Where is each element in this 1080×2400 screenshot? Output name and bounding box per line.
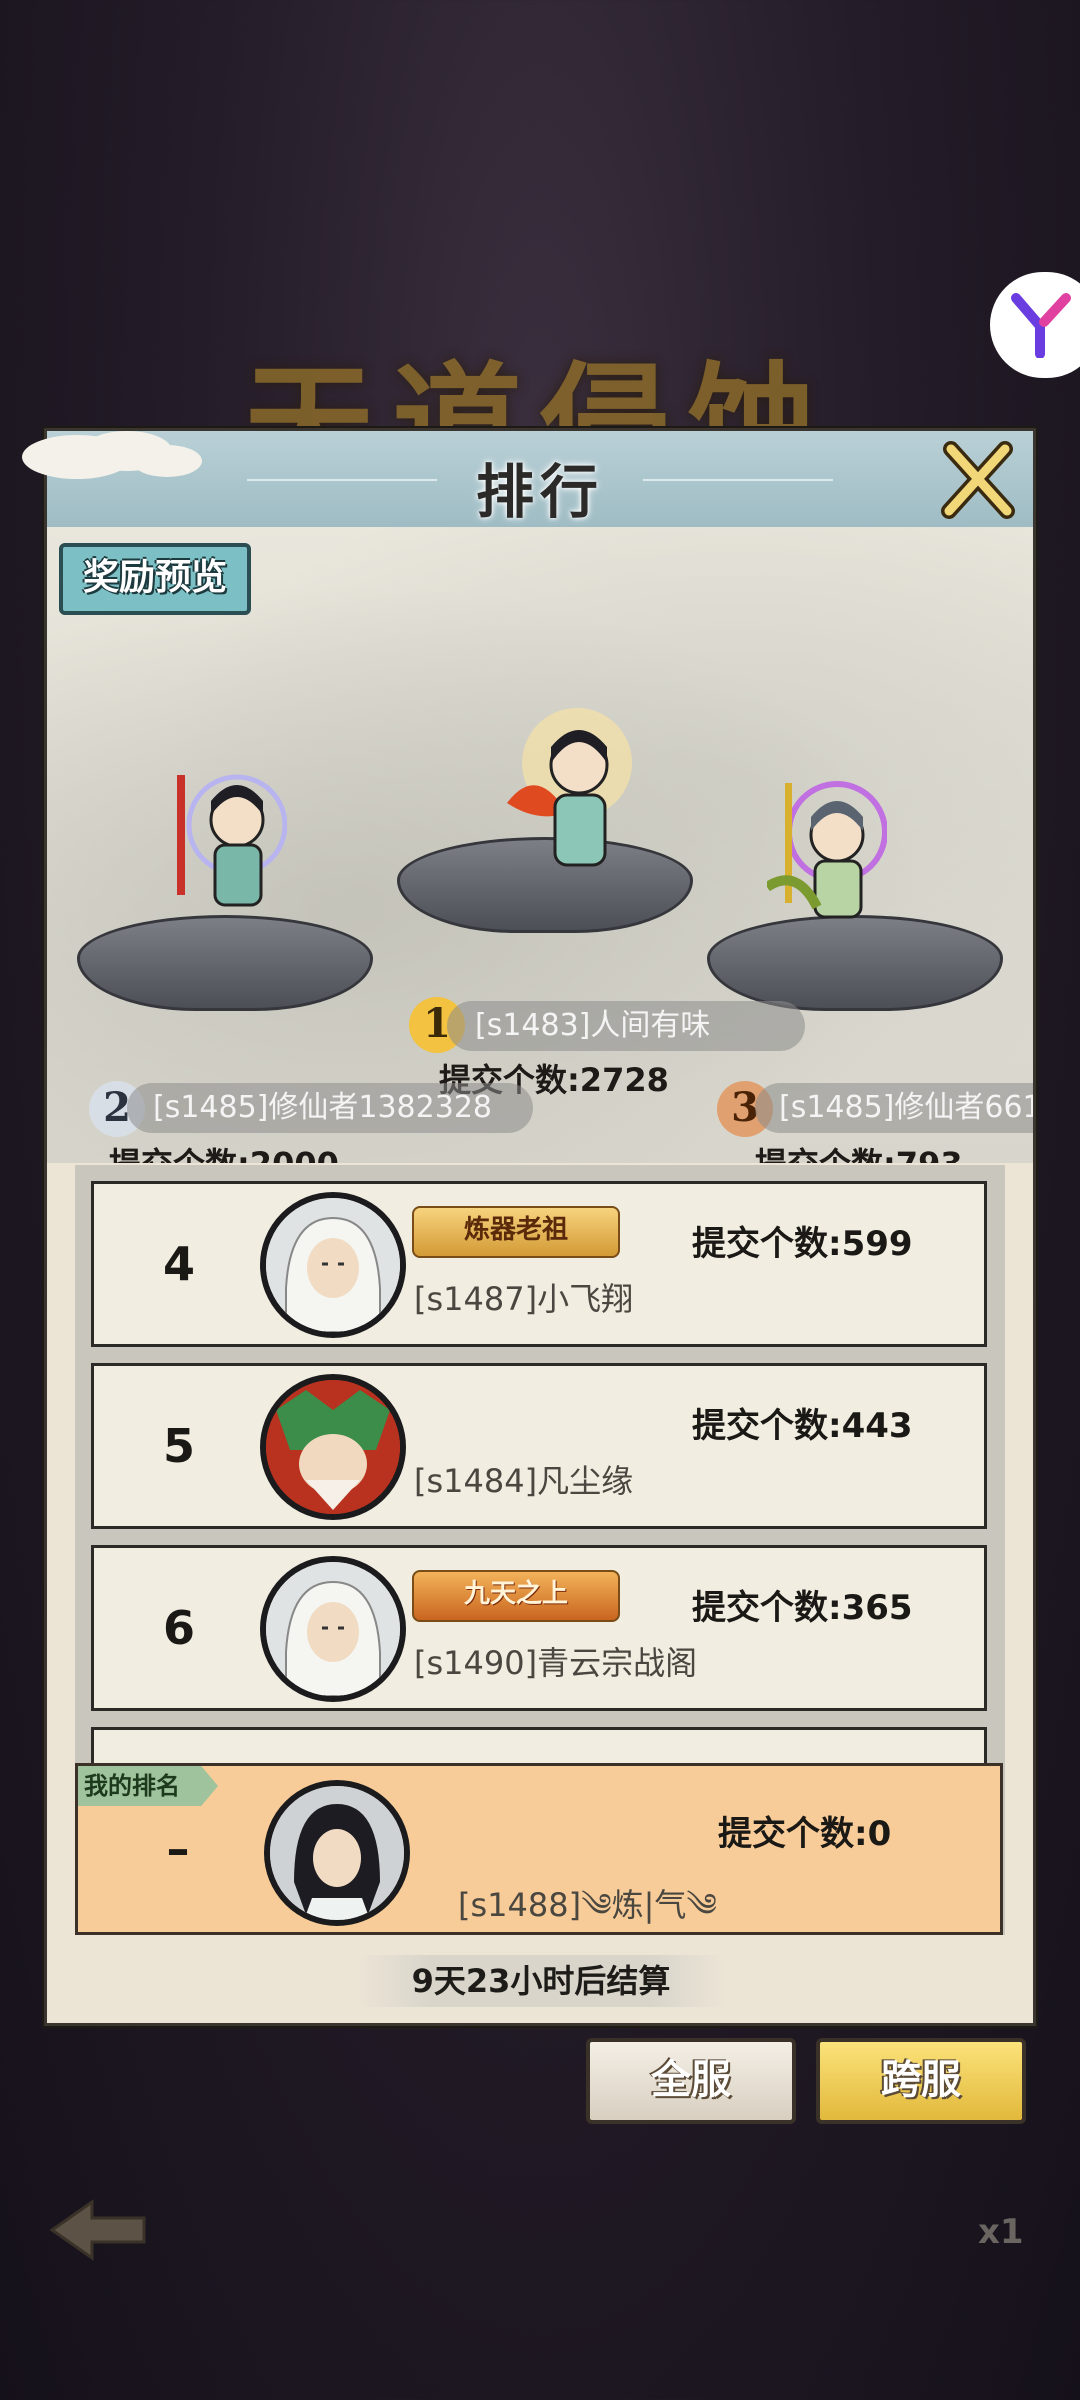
submit-count: 提交个数:365 xyxy=(692,1588,913,1628)
avatar-icon xyxy=(266,1380,400,1514)
title-badge: 九天之上 xyxy=(412,1570,620,1622)
second-player-name: [s1485]修仙者1382328 xyxy=(127,1083,533,1133)
panel-title: 排行 xyxy=(475,458,604,526)
list-item[interactable]: 5 提交个数:443 [s1484]凡尘缘 xyxy=(91,1363,987,1529)
speed-indicator[interactable]: x1 xyxy=(978,2212,1024,2252)
podium-stone-second xyxy=(77,915,373,1011)
list-item[interactable]: 4 炼器老祖 提交个数:599 [s1487]小飞翔 xyxy=(91,1181,987,1347)
avatar xyxy=(260,1556,406,1702)
avatar-icon xyxy=(266,1562,400,1696)
hero-first-icon[interactable] xyxy=(497,703,637,873)
second-count: 提交个数:2000 xyxy=(109,1139,339,1163)
tab-cross-server[interactable]: 跨服 xyxy=(816,2038,1026,2124)
list-item-partial[interactable] xyxy=(91,1727,987,1767)
hero-second-icon[interactable] xyxy=(167,765,287,915)
panel-header: 排行 xyxy=(22,431,1033,529)
first-player-name: [s1483]人间有味 xyxy=(447,1001,805,1051)
my-player-name: [s1488]༄炼|气༄ xyxy=(458,1886,717,1924)
ranking-panel: 排行 1 [s1483]人间有味 提交个数:2728 2 [s1485]修仙者1… xyxy=(22,428,1036,2026)
podium-stone-third xyxy=(707,915,1003,1011)
my-rank-row[interactable]: 我的排名 – 提交个数:0 [s1488]༄炼|气༄ xyxy=(75,1763,1003,1935)
my-avatar xyxy=(264,1780,410,1926)
third-player-name: [s1485]修仙者6611 xyxy=(755,1083,1033,1133)
close-x-icon xyxy=(941,441,1015,519)
settlement-countdown: 9天23小时后结算 xyxy=(357,1955,725,2007)
reward-preview-button[interactable]: 奖励预览 xyxy=(59,543,251,615)
list-item[interactable]: 6 九天之上 提交个数:365 [s1490]青云宗战阁 xyxy=(91,1545,987,1711)
rank-number: 4 xyxy=(162,1237,195,1291)
hero-third-icon[interactable] xyxy=(767,777,887,927)
my-submit-count: 提交个数:0 xyxy=(718,1814,892,1854)
player-name: [s1484]凡尘缘 xyxy=(414,1462,634,1500)
avatar xyxy=(260,1192,406,1338)
player-name: [s1487]小飞翔 xyxy=(414,1280,634,1318)
rank-number: 6 xyxy=(162,1601,195,1655)
title-badge: 炼器老祖 xyxy=(412,1206,620,1258)
avatar-icon xyxy=(266,1198,400,1332)
avatar-icon xyxy=(270,1786,404,1920)
avatar xyxy=(260,1374,406,1520)
podium-area: 1 [s1483]人间有味 提交个数:2728 2 [s1485]修仙者1382… xyxy=(47,527,1033,1163)
y-logo-icon xyxy=(1011,293,1071,358)
back-arrow-icon[interactable] xyxy=(48,2196,148,2266)
tab-all-server[interactable]: 全服 xyxy=(586,2038,796,2124)
close-button[interactable] xyxy=(937,439,1019,521)
submit-count: 提交个数:599 xyxy=(692,1224,913,1264)
my-rank-number: – xyxy=(166,1822,190,1876)
rank-number: 5 xyxy=(162,1419,195,1473)
player-name: [s1490]青云宗战阁 xyxy=(414,1644,698,1682)
third-count: 提交个数:793 xyxy=(755,1139,963,1163)
submit-count: 提交个数:443 xyxy=(692,1406,913,1446)
